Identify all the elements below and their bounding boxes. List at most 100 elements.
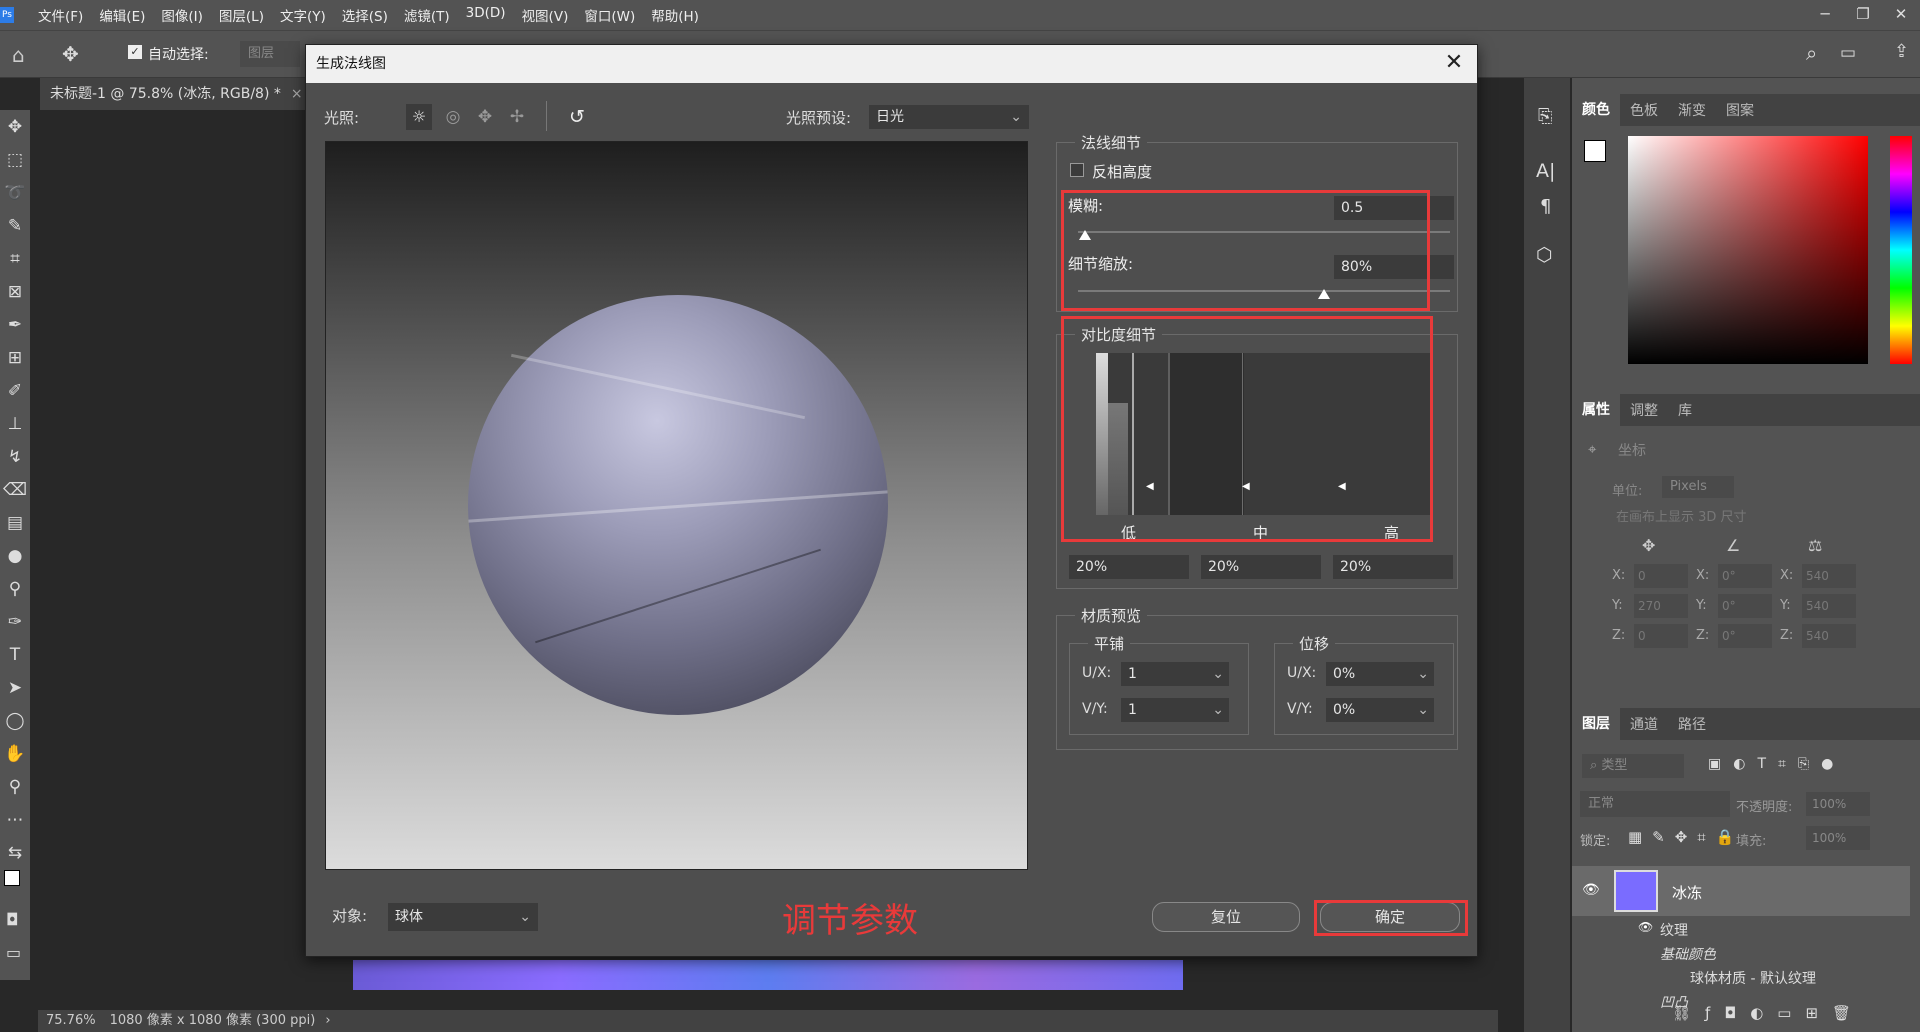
unit-dropdown[interactable]: Pixels	[1662, 476, 1734, 498]
object-dropdown[interactable]: 球体 ⌄	[388, 903, 538, 931]
light-pan-icon[interactable]: ✥	[472, 104, 498, 130]
character-panel-icon[interactable]: A|	[1536, 160, 1555, 182]
close-tab-icon[interactable]: ×	[291, 86, 303, 102]
layer-row-selected[interactable]: 👁 冰冻	[1572, 866, 1910, 916]
offset-v-field[interactable]: 0% ⌄	[1326, 698, 1434, 722]
minimize-icon[interactable]: ─	[1806, 0, 1844, 28]
panel-tab[interactable]: 色板	[1620, 100, 1668, 120]
menu-item[interactable]: 选择(S)	[334, 5, 396, 25]
auto-select-checkbox[interactable]: ✓	[128, 45, 142, 59]
coord-field[interactable]: 540	[1802, 564, 1856, 588]
menu-item[interactable]: 文件(F)	[30, 5, 91, 25]
light-preset-dropdown[interactable]: 日光 ⌄	[869, 105, 1029, 129]
panel-tab[interactable]: 路径	[1668, 714, 1716, 734]
move-tool-icon[interactable]: ✥	[62, 42, 79, 66]
quick-mask-icon[interactable]: ◘	[6, 910, 19, 929]
coord-field[interactable]: 0	[1634, 564, 1688, 588]
texture-eye-icon[interactable]: 👁	[1638, 920, 1653, 934]
light-move-icon[interactable]: ✢	[504, 104, 530, 130]
zoom-tool-icon[interactable]: ⚲	[0, 770, 30, 803]
menu-item[interactable]: 3D(D)	[458, 5, 514, 25]
coord-field[interactable]: 0°	[1718, 564, 1772, 588]
lock-icons[interactable]: ▦✎✥⌗🔒	[1628, 828, 1744, 846]
close-icon[interactable]: ✕	[1439, 49, 1469, 79]
reset-button[interactable]: 复位	[1152, 902, 1300, 932]
more-tools-icon[interactable]: ⋯	[0, 803, 30, 836]
visibility-eye-icon[interactable]: 👁	[1582, 882, 1600, 898]
pen-tool-icon[interactable]: ✑	[0, 605, 30, 638]
preview-viewport[interactable]	[325, 141, 1028, 870]
patch-tool-icon[interactable]: ⊞	[0, 341, 30, 374]
coord-field[interactable]: 270	[1634, 594, 1688, 618]
menu-item[interactable]: 滤镜(T)	[396, 5, 458, 25]
menu-item[interactable]: 编辑(E)	[91, 5, 153, 25]
reset-view-icon[interactable]: ↺	[564, 104, 590, 130]
menu-item[interactable]: 帮助(H)	[643, 5, 707, 25]
opacity-field[interactable]: 100%	[1806, 792, 1870, 816]
coord-field[interactable]: 540	[1802, 624, 1856, 648]
restore-icon[interactable]: ❐	[1844, 0, 1882, 28]
search-icon[interactable]: ⌕	[1806, 41, 1817, 65]
panel-tab[interactable]: 渐变	[1668, 100, 1716, 120]
high-contrast-field[interactable]: 20%	[1333, 555, 1453, 579]
ellipse-tool-icon[interactable]: ◯	[0, 704, 30, 737]
coord-field[interactable]: 540	[1802, 594, 1856, 618]
invert-height-checkbox[interactable]	[1070, 163, 1084, 177]
document-tab[interactable]: 未标题-1 @ 75.8% (冰冻, RGB/8) * ×	[40, 78, 305, 110]
workspace-icon[interactable]: ▭	[1840, 43, 1856, 63]
path-select-icon[interactable]: ➤	[0, 671, 30, 704]
panel-tab[interactable]: 属性	[1572, 394, 1620, 426]
offset-u-field[interactable]: 0% ⌄	[1326, 662, 1434, 686]
3d-panel-icon[interactable]: ⬡	[1536, 244, 1553, 266]
history-brush-icon[interactable]: ↯	[0, 440, 30, 473]
show-3d-size-option[interactable]: 在画布上显示 3D 尺寸	[1616, 506, 1747, 525]
fill-field[interactable]: 100%	[1806, 826, 1870, 850]
history-panel-icon[interactable]: ⎘	[1538, 106, 1552, 127]
dodge-tool-icon[interactable]: ⚲	[0, 572, 30, 605]
panel-tab[interactable]: 通道	[1620, 714, 1668, 734]
tile-u-field[interactable]: 1 ⌄	[1121, 662, 1229, 686]
status-arrow-icon[interactable]: ›	[325, 1013, 330, 1028]
type-tool-icon[interactable]: T	[0, 638, 30, 671]
gradient-icon[interactable]: ▤	[0, 506, 30, 539]
layer-filter-search[interactable]: ⌕ 类型	[1582, 754, 1684, 778]
home-icon[interactable]: ⌂	[12, 43, 25, 67]
mid-contrast-field[interactable]: 20%	[1201, 555, 1321, 579]
quick-select-icon[interactable]: ✎	[0, 209, 30, 242]
crop-tool-icon[interactable]: ⌗	[0, 242, 30, 275]
menu-item[interactable]: 窗口(W)	[576, 5, 643, 25]
eyedropper-icon[interactable]: ✒	[0, 308, 30, 341]
foreground-color-swatch[interactable]	[4, 870, 20, 886]
menu-item[interactable]: 文字(Y)	[272, 5, 334, 25]
coord-field[interactable]: 0	[1634, 624, 1688, 648]
menu-item[interactable]: 视图(V)	[514, 5, 577, 25]
panel-tab[interactable]: 调整	[1620, 400, 1668, 420]
brush-tool-icon[interactable]: ✐	[0, 374, 30, 407]
screen-mode-icon[interactable]: ▭	[6, 943, 21, 962]
stamp-tool-icon[interactable]: ⊥	[0, 407, 30, 440]
light-orbit-icon[interactable]: ◎	[440, 104, 466, 130]
color-picker-field[interactable]	[1628, 136, 1868, 364]
auto-select-target-dropdown[interactable]: 图层	[240, 41, 300, 67]
low-contrast-field[interactable]: 20%	[1069, 555, 1189, 579]
tile-v-field[interactable]: 1 ⌄	[1121, 698, 1229, 722]
panel-tab[interactable]: 库	[1668, 400, 1702, 420]
light-rotate-icon[interactable]: ☼	[406, 104, 432, 130]
frame-tool-icon[interactable]: ⊠	[0, 275, 30, 308]
eraser-icon[interactable]: ⌫	[0, 473, 30, 506]
swap-colors-icon[interactable]: ⇆	[0, 836, 30, 869]
menu-item[interactable]: 图层(L)	[211, 5, 272, 25]
blur-tool-icon[interactable]: ●	[0, 539, 30, 572]
menu-item[interactable]: 图像(I)	[153, 5, 211, 25]
blend-mode-dropdown[interactable]: 正常	[1580, 791, 1730, 817]
hand-tool-icon[interactable]: ✋	[0, 737, 30, 770]
layer-filter-icons[interactable]: ▣◐T⌗⎘●	[1708, 756, 1845, 772]
panel-tab[interactable]: 颜色	[1572, 94, 1620, 126]
panel-tab[interactable]: 图案	[1716, 100, 1764, 120]
hue-slider[interactable]	[1890, 136, 1912, 364]
move-tool-icon[interactable]: ✥	[0, 110, 30, 143]
marquee-tool-icon[interactable]: ⬚	[0, 143, 30, 176]
material-item-label[interactable]: 球体材质 - 默认纹理	[1690, 968, 1816, 988]
fg-color-chip[interactable]	[1584, 140, 1606, 162]
layer-footer-icons[interactable]: ⛓ƒ◘◐▭⊞🗑	[1672, 1004, 1865, 1022]
